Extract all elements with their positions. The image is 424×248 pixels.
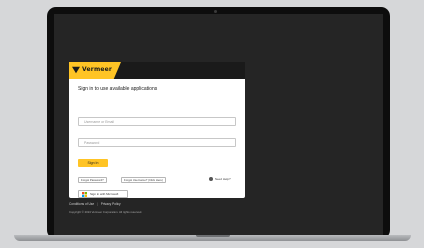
copyright-text: Copyright © 2024 Vermeer Corporation. Al…	[69, 210, 143, 214]
login-card: Vermeer Sign in to use available applica…	[69, 62, 245, 198]
microsoft-logo-icon	[82, 192, 87, 197]
need-help-link[interactable]: Need Help?	[209, 177, 231, 182]
camera-icon	[214, 10, 217, 13]
login-title: Sign in to use available applications	[78, 86, 158, 92]
help-icon	[209, 177, 213, 182]
forgot-username-button[interactable]: Forgot Username? (Click Here)	[121, 177, 166, 183]
footer-separator: |	[97, 202, 98, 206]
privacy-policy-link[interactable]: Privacy Policy	[101, 202, 121, 206]
microsoft-sign-in-button[interactable]: Sign in with Microsoft	[78, 190, 128, 198]
microsoft-sign-in-label: Sign in with Microsoft	[90, 192, 119, 196]
sign-in-button[interactable]: Sign In	[78, 159, 108, 167]
password-input[interactable]	[78, 138, 236, 147]
forgot-password-button[interactable]: Forgot Password?	[78, 177, 107, 183]
need-help-label: Need Help?	[214, 177, 231, 181]
login-card-header: Vermeer	[69, 62, 245, 79]
footer-links: Conditions of Use | Privacy Policy	[69, 202, 121, 206]
username-input[interactable]	[78, 117, 236, 126]
brand-name: Vermeer	[82, 66, 113, 73]
vermeer-logo-icon	[72, 66, 80, 74]
conditions-of-use-link[interactable]: Conditions of Use	[69, 202, 94, 206]
brand-logo: Vermeer	[69, 62, 121, 79]
laptop-base-notch	[196, 235, 230, 237]
